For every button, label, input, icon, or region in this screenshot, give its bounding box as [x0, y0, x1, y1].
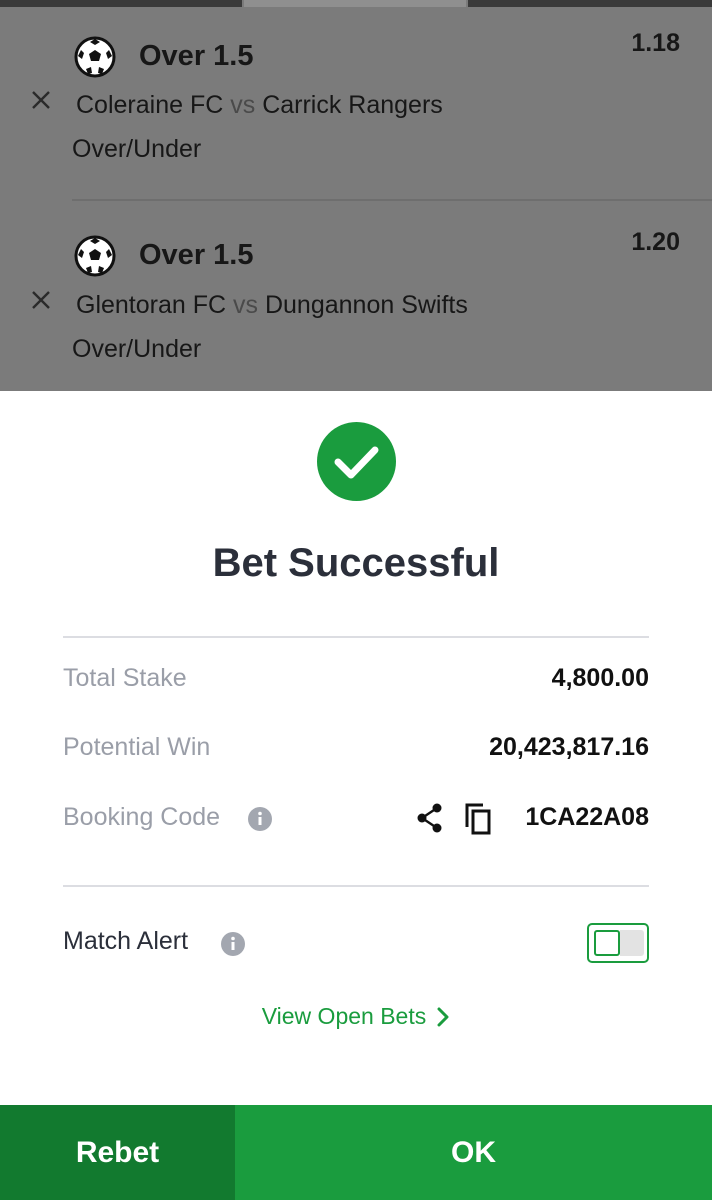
booking-code-value[interactable]: 1CA22A08: [525, 803, 649, 832]
soccer-ball-icon: [74, 235, 116, 277]
total-stake-row: Total Stake 4,800.00: [63, 660, 649, 700]
soccer-ball-icon: [74, 36, 116, 78]
selection-item: Over 1.5 1.20 Glentoran FC vs Dungannon …: [0, 200, 712, 391]
rebet-button[interactable]: Rebet: [0, 1105, 235, 1200]
match-alert-label: Match Alert: [63, 927, 189, 955]
match-alert-toggle[interactable]: [587, 923, 649, 963]
away-team: Carrick Rangers: [262, 91, 443, 119]
close-icon[interactable]: [30, 289, 52, 311]
home-team: Coleraine FC: [76, 91, 224, 119]
selection-odds: 1.18: [631, 29, 680, 57]
check-circle-icon: [317, 422, 396, 501]
selection-teams: Coleraine FC vs Carrick Rangers: [76, 91, 443, 120]
selection-odds: 1.20: [631, 228, 680, 256]
selection-item: Over 1.5 1.18 Coleraine FC vs Carrick Ra…: [0, 0, 712, 200]
selection-pick: Over 1.5: [139, 40, 254, 72]
share-icon[interactable]: [415, 801, 445, 835]
divider: [63, 885, 649, 887]
vs-label: vs: [230, 91, 256, 119]
betslip-background: Over 1.5 1.18 Coleraine FC vs Carrick Ra…: [0, 0, 712, 391]
info-icon[interactable]: [248, 807, 272, 831]
total-stake-value: 4,800.00: [551, 664, 649, 692]
view-open-bets-link[interactable]: View Open Bets: [0, 1003, 712, 1043]
selection-market: Over/Under: [72, 135, 202, 163]
potential-win-row: Potential Win 20,423,817.16: [63, 729, 649, 769]
close-icon[interactable]: [30, 89, 52, 111]
selection-pick: Over 1.5: [139, 239, 254, 271]
vs-label: vs: [233, 291, 259, 319]
view-open-bets-label: View Open Bets: [261, 1003, 427, 1029]
away-team: Dungannon Swifts: [264, 291, 468, 319]
info-icon[interactable]: [221, 932, 245, 956]
match-alert-row: Match Alert: [63, 923, 649, 963]
dialog-title: Bet Successful: [212, 541, 500, 585]
home-team: Glentoran FC: [76, 291, 227, 319]
chevron-right-icon: [437, 1007, 449, 1026]
selection-teams: Glentoran FC vs Dungannon Swifts: [76, 291, 468, 320]
ok-button[interactable]: OK: [235, 1105, 712, 1200]
toggle-knob: [594, 930, 620, 956]
booking-code-label: Booking Code: [63, 803, 221, 831]
selection-market: Over/Under: [72, 335, 202, 363]
bet-success-sheet: Bet Successful Total Stake 4,800.00 Pote…: [0, 391, 712, 1105]
potential-win-value: 20,423,817.16: [489, 733, 649, 761]
divider: [63, 636, 649, 638]
copy-icon[interactable]: [463, 801, 495, 837]
booking-code-row: Booking Code 1CA22A08: [63, 799, 649, 839]
total-stake-label: Total Stake: [63, 664, 187, 692]
toggle-track: [620, 930, 644, 956]
potential-win-label: Potential Win: [63, 733, 211, 761]
